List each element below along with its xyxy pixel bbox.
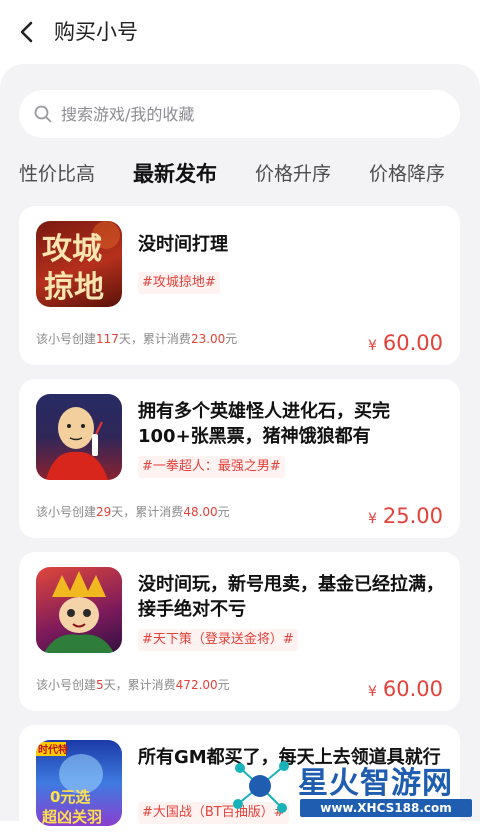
watermark-site-name: 星火智游网 (298, 766, 453, 801)
listing-card[interactable]: 拥有多个英雄怪人进化石，买完100+张黑票，猪神饿狼都有 #一拳超人：最强之男#… (19, 379, 460, 538)
thumb-text-line2: 超凶关羽 (41, 808, 102, 826)
tab-price-descending[interactable]: 价格降序 (369, 154, 445, 194)
sort-tabs: 性价比高 最新发布 价格升序 价格降序 (0, 154, 480, 194)
search-bar[interactable] (19, 90, 460, 138)
game-thumbnail (36, 567, 122, 653)
listing-price: ¥60.00 (367, 331, 443, 355)
search-input[interactable] (61, 90, 441, 138)
listing-title: 没时间打理 (138, 234, 228, 255)
back-arrow-icon[interactable] (14, 18, 42, 46)
game-tag: #一拳超人：最强之男# (138, 456, 285, 478)
game-thumbnail: 时代特 0元选 超凶关羽 (36, 740, 122, 826)
listing-price: ¥60.00 (367, 677, 443, 701)
tab-value-for-money[interactable]: 性价比高 (19, 154, 95, 194)
thumb-text-line1: 0元选 (50, 788, 90, 806)
game-thumbnail: 攻城 掠地 (36, 221, 122, 307)
site-watermark: 星火智游网 www.XHCS188.com (230, 752, 480, 821)
network-logo-icon (233, 761, 289, 813)
tab-newest[interactable]: 最新发布 (133, 154, 217, 194)
thumb-text-line1: 攻城 (42, 232, 102, 267)
thumb-badge: 时代特 (38, 743, 68, 756)
listing-price: ¥25.00 (367, 504, 443, 528)
listing-card[interactable]: 攻城 掠地 没时间打理 #攻城掠地# 该小号创建117天，累计消费23.00元 … (19, 206, 460, 365)
app-header: 购买小号 (0, 0, 480, 64)
search-icon (34, 105, 52, 123)
game-thumbnail (36, 394, 122, 480)
listing-meta: 该小号创建117天，累计消费23.00元 (36, 332, 238, 346)
watermark-url: www.XHCS188.com (300, 799, 472, 817)
tab-price-ascending[interactable]: 价格升序 (255, 154, 331, 194)
thumb-text-line2: 掠地 (44, 270, 104, 305)
listing-card[interactable]: 没时间玩，新号甩卖，基金已经拉满，接手绝对不亏 #天下策（登录送金将）# 该小号… (19, 552, 460, 711)
listing-meta: 该小号创建29天，累计消费48.00元 (36, 505, 230, 519)
listing-title: 拥有多个英雄怪人进化石，买完100+张黑票，猪神饿狼都有 (138, 401, 390, 447)
listing-meta: 该小号创建5天，累计消费472.00元 (36, 678, 230, 692)
listing-title: 没时间玩，新号甩卖，基金已经拉满，接手绝对不亏 (138, 574, 444, 620)
game-tag: #天下策（登录送金将）# (138, 629, 298, 651)
game-tag: #攻城掠地# (138, 272, 220, 294)
page-title: 购买小号 (54, 20, 138, 44)
